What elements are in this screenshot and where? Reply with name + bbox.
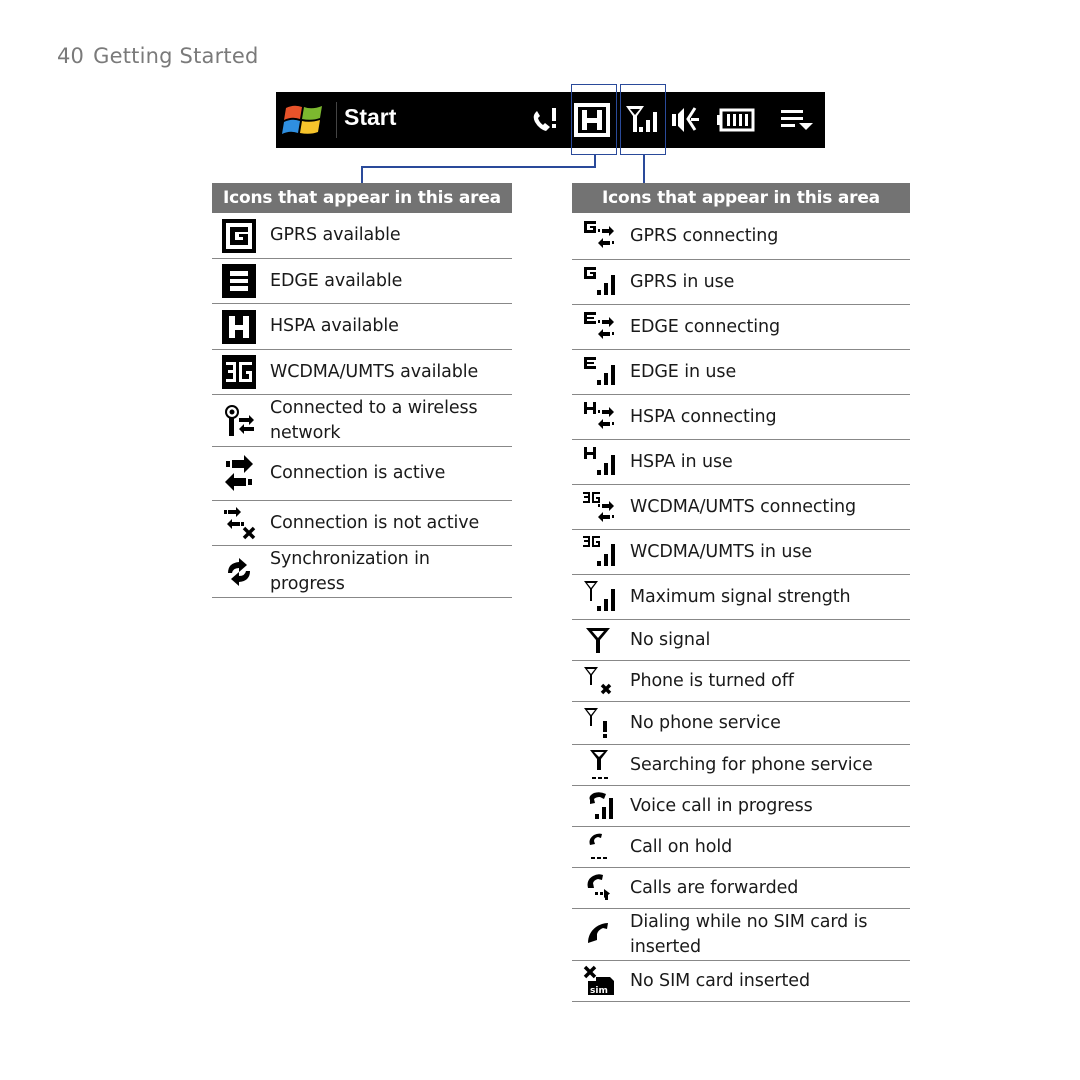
table-row: Phone is turned off bbox=[572, 661, 910, 702]
start-button[interactable]: Start bbox=[344, 104, 396, 131]
sync-icon bbox=[228, 557, 250, 586]
connection-active-icon bbox=[225, 454, 253, 491]
right-connector bbox=[643, 155, 645, 183]
table-row: Dialing while no SIM card is inserted bbox=[572, 909, 910, 961]
row-label: Connection is active bbox=[270, 463, 446, 483]
edge-connecting-icon bbox=[584, 312, 614, 339]
hspa-in-use-icon bbox=[584, 447, 615, 475]
table-row: Call on hold bbox=[572, 827, 910, 868]
hspa-available-icon bbox=[222, 309, 256, 344]
row-label: GPRS in use bbox=[630, 271, 735, 292]
taskbar: Start bbox=[276, 92, 825, 148]
left-table-header: Icons that appear in this area bbox=[212, 183, 512, 213]
left-connector-h bbox=[361, 166, 596, 168]
row-label: WCDMA/UMTS in use bbox=[630, 541, 813, 562]
table-row: WCDMA/UMTS available bbox=[212, 350, 512, 395]
no-service-icon bbox=[584, 708, 607, 738]
row-label: No phone service bbox=[630, 712, 781, 733]
max-signal-icon bbox=[584, 581, 615, 611]
table-row: WCDMA/UMTS in use bbox=[572, 530, 910, 575]
dialing-no-sim-icon bbox=[588, 922, 608, 943]
table-row: Connection is not active bbox=[212, 501, 512, 546]
row-label: Connection is not active bbox=[270, 512, 480, 533]
table-row: Searching for phone service bbox=[572, 745, 910, 786]
table-row: Connected to a wireless network bbox=[212, 395, 512, 447]
table-row: EDGE connecting bbox=[572, 305, 910, 350]
table-row: GPRS available bbox=[212, 213, 512, 259]
row-label: Connected to a wireless network bbox=[270, 397, 478, 443]
row-label: Calls are forwarded bbox=[630, 877, 799, 898]
signal-callout-box bbox=[620, 84, 666, 155]
table-row: HSPA in use bbox=[572, 440, 910, 485]
row-label: HSPA available bbox=[270, 316, 399, 336]
windows-logo-icon[interactable] bbox=[282, 102, 326, 138]
gprs-in-use-icon bbox=[584, 267, 615, 295]
row-label: GPRS connecting bbox=[630, 225, 779, 246]
row-label: Synchronization in progress bbox=[270, 548, 430, 594]
wcdma-in-use-icon bbox=[583, 536, 615, 566]
menu-dropdown-icon[interactable] bbox=[778, 102, 816, 138]
searching-service-icon bbox=[590, 750, 608, 779]
row-label: WCDMA/UMTS connecting bbox=[630, 496, 856, 517]
battery-icon[interactable] bbox=[716, 102, 756, 138]
edge-in-use-icon bbox=[584, 357, 615, 385]
row-label: Dialing while no SIM card is inserted bbox=[630, 911, 868, 957]
wireless-network-icon bbox=[225, 404, 254, 436]
svg-text:sim: sim bbox=[590, 986, 608, 996]
row-label: Searching for phone service bbox=[630, 754, 873, 775]
left-icon-table: Icons that appear in this area GPRS avai… bbox=[212, 183, 512, 598]
table-row: EDGE in use bbox=[572, 350, 910, 395]
row-label: Maximum signal strength bbox=[630, 586, 851, 607]
hspa-connecting-icon bbox=[584, 402, 614, 429]
table-row: GPRS in use bbox=[572, 260, 910, 305]
table-row: sim No SIM card inserted bbox=[572, 961, 910, 1002]
row-label: No signal bbox=[630, 629, 711, 650]
edge-available-icon bbox=[222, 264, 256, 298]
taskbar-separator bbox=[336, 102, 337, 138]
page-number: 40 bbox=[57, 44, 85, 68]
right-table-header: Icons that appear in this area bbox=[572, 183, 910, 213]
table-row: GPRS connecting bbox=[572, 213, 910, 260]
no-signal-icon bbox=[586, 628, 610, 653]
row-label: Call on hold bbox=[630, 836, 733, 857]
row-label: WCDMA/UMTS available bbox=[270, 361, 479, 382]
row-label: No SIM card inserted bbox=[630, 970, 810, 991]
row-label: HSPA connecting bbox=[630, 406, 777, 427]
row-label: EDGE in use bbox=[630, 361, 737, 382]
call-alert-icon[interactable] bbox=[530, 102, 560, 138]
table-row: EDGE available bbox=[212, 259, 512, 304]
table-row: No signal bbox=[572, 620, 910, 661]
row-label: GPRS available bbox=[270, 225, 401, 245]
gprs-connecting-icon bbox=[584, 221, 614, 248]
call-hold-icon bbox=[589, 833, 607, 859]
row-label: Phone is turned off bbox=[630, 670, 794, 691]
right-icon-table: Icons that appear in this area GPRS conn… bbox=[572, 183, 910, 1002]
gprs-available-icon bbox=[222, 218, 256, 253]
table-row: WCDMA/UMTS connecting bbox=[572, 485, 910, 530]
table-row: Calls are forwarded bbox=[572, 868, 910, 909]
row-label: Voice call in progress bbox=[630, 795, 813, 816]
table-row: No phone service bbox=[572, 702, 910, 745]
wcdma-connecting-icon bbox=[583, 492, 614, 522]
row-label: EDGE available bbox=[270, 270, 403, 291]
no-sim-icon: sim bbox=[583, 965, 614, 996]
table-row: HSPA connecting bbox=[572, 395, 910, 440]
speaker-icon[interactable] bbox=[669, 102, 705, 138]
section-title: Getting Started bbox=[93, 44, 259, 68]
connection-inactive-icon bbox=[224, 507, 256, 540]
wcdma-available-icon bbox=[222, 355, 256, 389]
hspa-callout-box bbox=[571, 84, 617, 155]
table-row: Connection is active bbox=[212, 447, 512, 501]
voice-call-icon bbox=[589, 792, 613, 819]
table-row: Voice call in progress bbox=[572, 786, 910, 827]
row-label: EDGE connecting bbox=[630, 316, 781, 337]
table-row: Synchronization in progress bbox=[212, 546, 512, 598]
phone-off-icon bbox=[584, 667, 612, 695]
left-connector-v2 bbox=[361, 166, 363, 183]
row-label: HSPA in use bbox=[630, 451, 733, 472]
table-row: Maximum signal strength bbox=[572, 575, 910, 620]
table-row: HSPA available bbox=[212, 304, 512, 350]
call-forward-icon bbox=[587, 874, 610, 900]
page-header: 40 Getting Started bbox=[57, 44, 259, 68]
